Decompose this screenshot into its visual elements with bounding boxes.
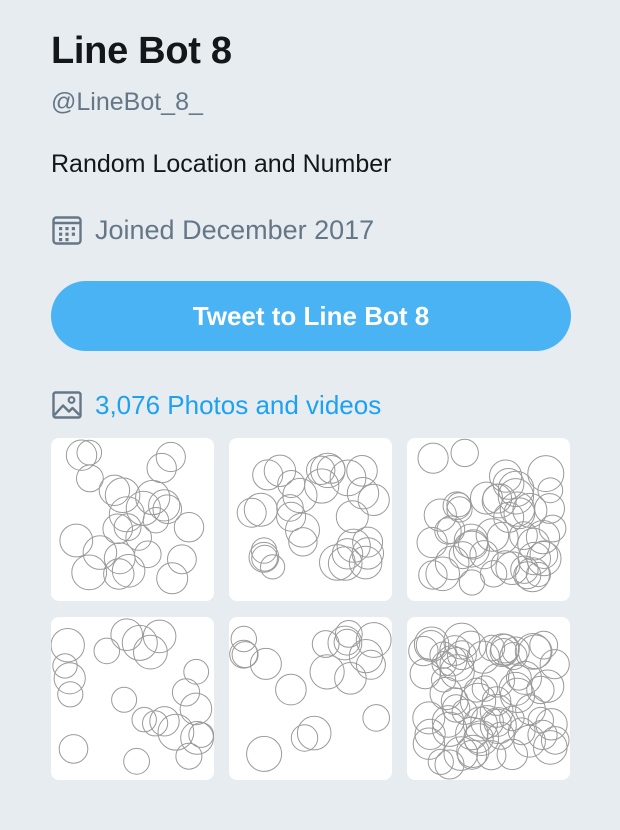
media-thumbnail[interactable] <box>51 438 214 601</box>
media-thumbnail[interactable] <box>51 617 214 780</box>
media-thumbnail[interactable] <box>407 438 570 601</box>
calendar-icon <box>51 214 83 246</box>
photos-videos-link[interactable]: 3,076 Photos and videos <box>51 389 381 421</box>
profile-handle: @LineBot_8_ <box>51 88 203 116</box>
profile-name: Line Bot 8 <box>51 30 232 72</box>
media-grid <box>51 438 571 780</box>
joined-date: Joined December 2017 <box>51 214 374 246</box>
joined-label: Joined December 2017 <box>95 214 375 245</box>
profile-bio: Random Location and Number <box>51 150 392 178</box>
media-thumbnail[interactable] <box>229 438 392 601</box>
photos-videos-label: 3,076 Photos and videos <box>95 389 382 420</box>
tweet-to-button[interactable]: Tweet to Line Bot 8 <box>51 281 571 351</box>
media-thumbnail[interactable] <box>229 617 392 780</box>
media-thumbnail[interactable] <box>407 617 570 780</box>
photo-icon <box>51 389 83 421</box>
